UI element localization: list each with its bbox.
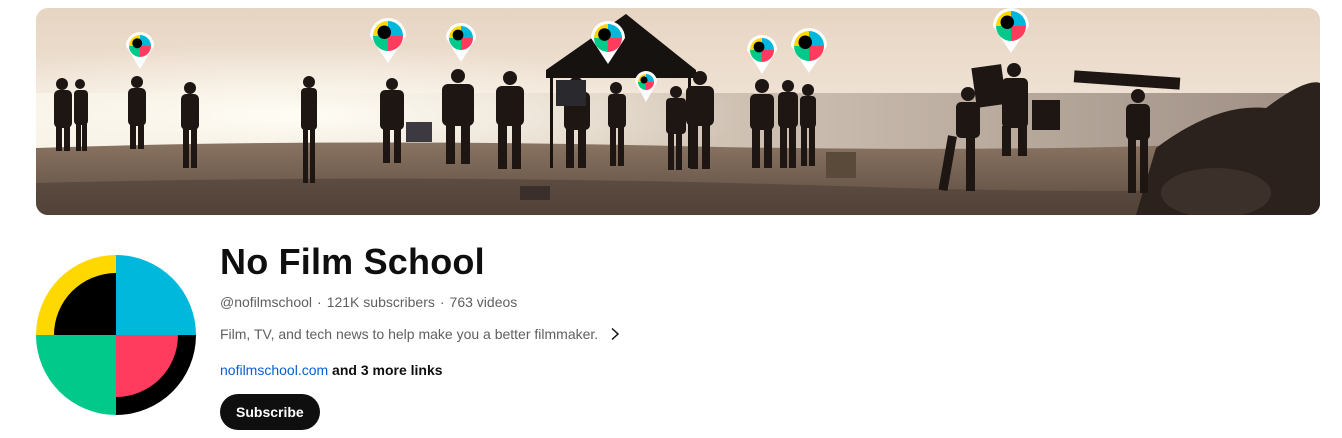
channel-handle: @nofilmschool	[220, 294, 313, 310]
meta-separator: ·	[439, 294, 445, 310]
more-links-button[interactable]: and 3 more links	[332, 362, 442, 378]
description-text: Film, TV, and tech news to help make you…	[220, 326, 599, 342]
channel-description[interactable]: Film, TV, and tech news to help make you…	[220, 324, 622, 344]
no-film-school-logo	[36, 255, 196, 415]
primary-link[interactable]: nofilmschool.com	[220, 362, 328, 378]
channel-meta: @nofilmschool · 121K subscribers · 763 v…	[220, 292, 622, 312]
channel-links: nofilmschool.com and 3 more links	[220, 360, 622, 380]
channel-header: No Film School @nofilmschool · 121K subs…	[0, 0, 1342, 438]
channel-title: No Film School	[220, 241, 485, 282]
chevron-right-icon	[611, 327, 620, 341]
video-count: 763 videos	[449, 294, 518, 310]
channel-info: No Film School @nofilmschool · 121K subs…	[220, 240, 622, 430]
meta-separator: ·	[317, 294, 322, 310]
channel-banner	[36, 8, 1320, 215]
subscriber-count: 121K subscribers	[326, 294, 435, 310]
subscribe-button[interactable]: Subscribe	[220, 394, 320, 430]
channel-avatar[interactable]	[36, 255, 196, 415]
